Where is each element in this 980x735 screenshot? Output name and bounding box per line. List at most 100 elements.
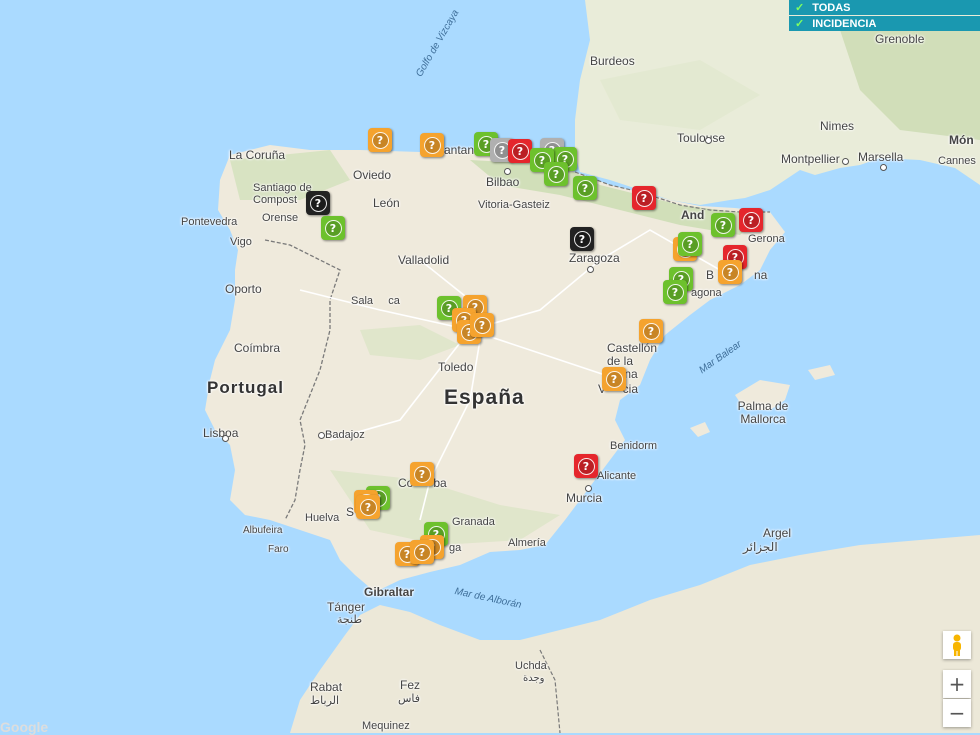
label-argel-ar: الجزائر — [743, 540, 778, 554]
map-marker-alert[interactable]: ? — [574, 454, 598, 478]
map-marker-ok[interactable]: ? — [321, 216, 345, 240]
check-icon: ✓ — [795, 18, 805, 30]
label-huelva: Huelva — [305, 512, 340, 524]
city-dot — [842, 158, 849, 165]
label-barcelona-2: na — [754, 268, 768, 282]
label-fez-ar: فاس — [398, 692, 421, 705]
map-marker-alert[interactable]: ? — [632, 186, 656, 210]
map-marker-incidence[interactable]: ? — [368, 128, 392, 152]
legend-item-incidencia[interactable]: ✓ INCIDENCIA — [789, 16, 980, 31]
label-murcia: Murcia — [566, 491, 603, 505]
map-marker-ok[interactable]: ? — [711, 213, 735, 237]
question-icon: ? — [473, 316, 491, 334]
question-icon: ? — [642, 322, 660, 340]
map-marker-incidence[interactable]: ? — [718, 260, 742, 284]
label-oporto: Oporto — [225, 282, 262, 296]
zoom-in-button[interactable]: + — [943, 670, 971, 698]
map-marker-offline[interactable]: ? — [306, 191, 330, 215]
label-oviedo: Oviedo — [353, 168, 392, 182]
label-pontevedra: Pontevedra — [181, 216, 238, 228]
label-tanger-ar: طنجة — [337, 613, 363, 626]
map-canvas[interactable]: Golfo de Vizcaya Burdeos Grenoble Món To… — [0, 0, 980, 733]
check-icon: ✓ — [795, 2, 805, 14]
city-dot — [585, 485, 592, 492]
legend-item-todas[interactable]: ✓ TODAS — [789, 0, 980, 15]
label-vitoria: Vitoria-Gasteiz — [478, 199, 550, 211]
map-marker-alert[interactable]: ? — [739, 208, 763, 232]
label-lisboa: Lisboa — [203, 426, 239, 440]
label-tanger: Tánger — [327, 600, 366, 614]
label-montpellier: Montpellier — [781, 152, 840, 166]
zoom-out-button[interactable]: − — [943, 699, 971, 727]
label-andorra: And — [681, 208, 705, 222]
label-palma: Palma de Mallorca — [737, 399, 789, 426]
label-granada: Granada — [452, 516, 495, 528]
label-salamanca: Sala ca — [351, 295, 400, 307]
map-marker-ok[interactable]: ? — [573, 176, 597, 200]
label-albufeira: Albufeira — [243, 525, 283, 536]
label-uchda-ar: وجدة — [523, 673, 545, 684]
label-burdeos: Burdeos — [590, 54, 635, 68]
question-icon: ? — [324, 219, 342, 237]
label-la-coruna: La Coruña — [229, 148, 286, 162]
city-dot — [587, 266, 594, 273]
map-marker-incidence[interactable]: ? — [410, 462, 434, 486]
label-zaragoza: Zaragoza — [569, 251, 620, 265]
question-icon: ? — [577, 457, 595, 475]
label-rabat: Rabat — [310, 680, 343, 694]
label-gibraltar: Gibraltar — [364, 585, 415, 599]
question-icon: ? — [605, 370, 623, 388]
question-icon: ? — [413, 543, 431, 561]
map-marker-incidence[interactable]: ? — [356, 495, 380, 519]
legend-panel: ✓ TODAS ✓ INCIDENCIA — [789, 0, 980, 32]
label-alicante: Alicante — [597, 470, 637, 482]
label-orense: Orense — [262, 212, 299, 224]
map-marker-incidence[interactable]: ? — [639, 319, 663, 343]
label-monaco: Món — [949, 133, 974, 147]
question-icon: ? — [371, 131, 389, 149]
map-marker-ok[interactable]: ? — [678, 232, 702, 256]
question-icon: ? — [742, 211, 760, 229]
city-dot — [222, 435, 229, 442]
label-badajoz: Badajoz — [325, 429, 365, 441]
label-sevilla: S — [346, 505, 355, 519]
pegman-icon[interactable] — [943, 631, 971, 659]
label-valladolid: Valladolid — [398, 253, 450, 267]
label-malaga: ga — [449, 542, 462, 554]
city-dot — [504, 168, 511, 175]
label-marsella: Marsella — [858, 150, 904, 164]
legend-label: INCIDENCIA — [812, 17, 877, 30]
map-marker-offline[interactable]: ? — [570, 227, 594, 251]
map-marker-ok[interactable]: ? — [663, 280, 687, 304]
map-marker-incidence[interactable]: ? — [470, 313, 494, 337]
label-portugal: Portugal — [207, 378, 284, 397]
label-leon: León — [373, 196, 400, 210]
label-uchda: Uchda — [515, 660, 547, 672]
question-icon: ? — [547, 165, 565, 183]
map-marker-incidence[interactable]: ? — [410, 540, 434, 564]
map-marker-alert[interactable]: ? — [508, 139, 532, 163]
question-icon: ? — [309, 194, 327, 212]
label-grenoble: Grenoble — [875, 32, 925, 46]
question-icon: ? — [681, 235, 699, 253]
label-fez: Fez — [400, 678, 421, 692]
label-espana: España — [444, 386, 525, 409]
label-almeria: Almería — [508, 537, 546, 549]
label-nimes: Nimes — [820, 119, 855, 133]
label-benidorm: Benidorm — [610, 440, 658, 452]
question-icon: ? — [573, 230, 591, 248]
map-marker-incidence[interactable]: ? — [602, 367, 626, 391]
question-icon: ? — [576, 179, 594, 197]
label-toulouse: Toulouse — [677, 131, 726, 145]
label-barcelona: B — [706, 268, 715, 282]
question-icon: ? — [511, 142, 529, 160]
label-cannes: Cannes — [938, 155, 976, 167]
map-marker-ok[interactable]: ? — [544, 162, 568, 186]
label-santander: antan — [444, 143, 475, 157]
label-vigo: Vigo — [230, 236, 252, 248]
label-argel: Argel — [763, 526, 792, 540]
question-icon: ? — [359, 498, 377, 516]
map-marker-incidence[interactable]: ? — [420, 133, 444, 157]
label-coimbra: Coímbra — [234, 341, 281, 355]
question-icon: ? — [635, 189, 653, 207]
